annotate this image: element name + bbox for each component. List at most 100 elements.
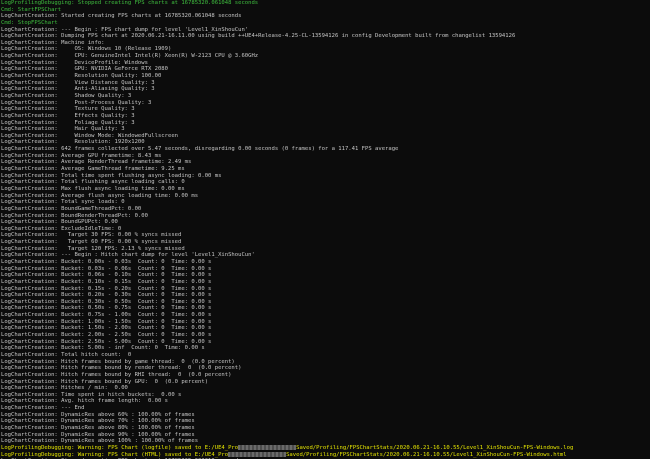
log-line: LogChartCreation: Bucket: 0.20s - 0.30s … bbox=[0, 292, 650, 299]
log-line: LogChartCreation: Hitch frames bound by … bbox=[0, 379, 650, 386]
log-line-text: LogChartCreation: DynamicRes above 60% :… bbox=[1, 411, 195, 418]
log-line: LogChartCreation: Bucket: 0.75s - 1.00s … bbox=[0, 312, 650, 319]
log-line: LogChartCreation: CPU: GenuineIntel Inte… bbox=[0, 53, 650, 60]
log-line: LogChartCreation: DynamicRes above 60% :… bbox=[0, 412, 650, 419]
log-line-text: LogChartCreation: Hitch frames bound by … bbox=[1, 371, 232, 378]
log-line-text: LogChartCreation: Hitch frames bound by … bbox=[1, 365, 242, 372]
log-line: LogChartCreation: Anti-Aliasing Quality:… bbox=[0, 86, 650, 93]
log-line-text: LogChartCreation: Bucket: 0.75s - 1.00s … bbox=[1, 312, 212, 319]
log-line-text: LogChartCreation: Texture Quality: 3 bbox=[1, 106, 135, 113]
log-line: LogChartCreation: Avg. hitch frame lengt… bbox=[0, 398, 650, 405]
log-line: LogChartCreation: Bucket: 1.00s - 1.50s … bbox=[0, 319, 650, 326]
log-line-text: LogChartCreation: DynamicRes above 100% … bbox=[1, 438, 199, 445]
log-line-text: LogChartCreation: Total hitch count: 0 bbox=[1, 351, 132, 358]
log-line-text: LogChartCreation: 642 frames collected o… bbox=[1, 146, 399, 153]
log-line: LogChartCreation: DynamicRes above 90% :… bbox=[0, 432, 650, 439]
log-line-text: LogChartCreation: Time spent in hitch bu… bbox=[1, 391, 182, 398]
log-line-text: LogChartCreation: Shadow Quality: 3 bbox=[1, 92, 132, 99]
log-line: LogChartCreation: --- Begin : Hitch char… bbox=[0, 252, 650, 259]
log-line: LogChartCreation: Average GameThread fra… bbox=[0, 166, 650, 173]
log-line-text: LogChartCreation: Post-Process Quality: … bbox=[1, 99, 152, 106]
log-line: LogChartCreation: ExcludeIdleTime: 0 bbox=[0, 226, 650, 233]
log-line-text: LogChartCreation: Total sync loads: 0 bbox=[1, 199, 125, 206]
log-line-text: LogChartCreation: Target 120 FPS: 2.13 %… bbox=[1, 245, 185, 252]
log-line-text: LogChartCreation: View Distance Quality:… bbox=[1, 79, 155, 86]
log-line-text: LogChartCreation: Hitch frames bound by … bbox=[1, 378, 209, 385]
log-line-text: LogChartCreation: Bucket: 0.20s - 0.30s … bbox=[1, 292, 212, 299]
log-line-text: LogChartCreation: Total time spent flush… bbox=[1, 172, 222, 179]
log-line-text: LogChartCreation: OS: Windows 10 (Releas… bbox=[1, 46, 172, 53]
log-line: LogChartCreation: DynamicRes above 80% :… bbox=[0, 425, 650, 432]
log-line-text: LogChartCreation: DeviceProfile: Windows bbox=[1, 59, 148, 66]
log-line: LogChartCreation: Max flush async loadin… bbox=[0, 186, 650, 193]
log-line: LogChartCreation: DeviceProfile: Windows bbox=[0, 60, 650, 67]
log-line: LogChartCreation: Resolution: 1920x1200 bbox=[0, 139, 650, 146]
log-line: LogChartCreation: Bucket: 0.06s - 0.10s … bbox=[0, 272, 650, 279]
log-line: LogChartCreation: Dumping FPS chart at 2… bbox=[0, 33, 650, 40]
log-line-text: LogChartCreation: Resolution: 1920x1200 bbox=[1, 139, 145, 146]
log-line: LogChartCreation: Average flush async lo… bbox=[0, 193, 650, 200]
log-line-text: LogChartCreation: Bucket: 0.15s - 0.20s … bbox=[1, 285, 212, 292]
log-line: LogChartCreation: Bucket: 0.15s - 0.20s … bbox=[0, 286, 650, 293]
log-line-text: LogProfilingDebugging: Stopped creating … bbox=[1, 0, 259, 6]
log-line: LogChartCreation: Machine info: bbox=[0, 40, 650, 47]
log-line: LogChartCreation: Bucket: 2.00s - 2.50s … bbox=[0, 332, 650, 339]
log-line: LogChartCreation: BoundGameThreadPct: 0.… bbox=[0, 206, 650, 213]
log-line: LogChartCreation: --- End bbox=[0, 405, 650, 412]
log-line-text: LogProfilingDebugging: Warning: FPS Char… bbox=[1, 451, 229, 458]
log-line: LogChartCreation: Effects Quality: 3 bbox=[0, 113, 650, 120]
log-line: LogChartCreation: Bucket: 5.00s - inf Co… bbox=[0, 345, 650, 352]
log-line-text: LogChartCreation: ExcludeIdleTime: 0 bbox=[1, 225, 122, 232]
log-line-text: LogChartCreation: Bucket: 5.00s - inf Co… bbox=[1, 345, 205, 352]
log-line-command: LogProfilingDebugging: Stopped creating … bbox=[0, 0, 650, 7]
log-line-text: LogChartCreation: Total flushing async l… bbox=[1, 179, 185, 186]
log-line-text: LogChartCreation: Bucket: 0.50s - 0.75s … bbox=[1, 305, 212, 312]
log-line: LogChartCreation: DynamicRes above 70% :… bbox=[0, 418, 650, 425]
log-line: LogChartCreation: Post-Process Quality: … bbox=[0, 100, 650, 107]
log-line-command: Cmd: StartFPSChart bbox=[0, 7, 650, 14]
log-line-text: LogChartCreation: Bucket: 2.00s - 2.50s … bbox=[1, 332, 212, 339]
log-line: LogChartCreation: Shadow Quality: 3 bbox=[0, 93, 650, 100]
log-line: LogChartCreation: Resolution Quality: 10… bbox=[0, 73, 650, 80]
log-line-text: LogChartCreation: Target 30 FPS: 0.00 % … bbox=[1, 232, 182, 239]
log-line: LogChartCreation: Texture Quality: 3 bbox=[0, 106, 650, 113]
log-line: LogChartCreation: Target 60 FPS: 0.00 % … bbox=[0, 239, 650, 246]
log-line: LogChartCreation: Hitch frames bound by … bbox=[0, 372, 650, 379]
redacted-path-block bbox=[228, 451, 287, 457]
log-line-text: LogChartCreation: DynamicRes above 70% :… bbox=[1, 418, 195, 425]
log-line: LogChartCreation: View Distance Quality:… bbox=[0, 80, 650, 87]
log-line-text: LogChartCreation: Average flush async lo… bbox=[1, 192, 199, 199]
log-line: LogChartCreation: Hair Quality: 3 bbox=[0, 126, 650, 133]
log-line: LogChartCreation: Total time spent flush… bbox=[0, 173, 650, 180]
log-line-text: LogChartCreation: --- Begin : FPS chart … bbox=[1, 26, 249, 33]
log-line-command: Cmd: StopFPSChart bbox=[0, 20, 650, 27]
log-line-text: LogChartCreation: Hitch frames bound by … bbox=[1, 358, 235, 365]
log-line: LogChartCreation: Total hitch count: 0 bbox=[0, 352, 650, 359]
log-line-text: LogChartCreation: Bucket: 0.10s - 0.15s … bbox=[1, 278, 212, 285]
log-line: LogChartCreation: Hitches / min: 0.00 bbox=[0, 385, 650, 392]
log-line-text: LogChartCreation: CPU: GenuineIntel Inte… bbox=[1, 53, 259, 60]
redacted-path-block bbox=[238, 444, 297, 450]
log-line-text: LogChartCreation: Bucket: 0.30s - 0.50s … bbox=[1, 298, 212, 305]
log-line: LogChartCreation: OS: Windows 10 (Releas… bbox=[0, 46, 650, 53]
log-line-text: LogChartCreation: Hitches / min: 0.00 bbox=[1, 385, 128, 392]
log-line-text: LogChartCreation: Bucket: 1.00s - 1.50s … bbox=[1, 318, 212, 325]
log-line-text: LogChartCreation: Target 60 FPS: 0.00 % … bbox=[1, 239, 182, 246]
log-line-text: LogChartCreation: Foliage Quality: 3 bbox=[1, 119, 135, 126]
log-line: LogChartCreation: Average GPU frametime:… bbox=[0, 153, 650, 160]
log-line-text: LogChartCreation: Bucket: 0.06s - 0.10s … bbox=[1, 272, 212, 279]
log-line-text: Cmd: StopFPSChart bbox=[1, 19, 58, 26]
log-line: LogChartCreation: Hitch frames bound by … bbox=[0, 365, 650, 372]
log-line: LogChartCreation: Started creating FPS c… bbox=[0, 13, 650, 20]
log-line-text: LogChartCreation: Bucket: 0.00s - 0.03s … bbox=[1, 258, 212, 265]
log-line: LogChartCreation: Total sync loads: 0 bbox=[0, 199, 650, 206]
log-line: LogChartCreation: Bucket: 2.50s - 5.00s … bbox=[0, 339, 650, 346]
log-line-text: LogChartCreation: Resolution Quality: 10… bbox=[1, 73, 162, 80]
log-line-text: LogProfilingDebugging: Warning: FPS Char… bbox=[1, 444, 239, 451]
log-line-text: LogChartCreation: Average RenderThread f… bbox=[1, 159, 192, 166]
log-line-text: LogChartCreation: --- Begin : Hitch char… bbox=[1, 252, 255, 259]
log-line: LogChartCreation: Target 120 FPS: 2.13 %… bbox=[0, 246, 650, 253]
log-line-text: LogChartCreation: Bucket: 1.50s - 2.00s … bbox=[1, 325, 212, 332]
log-line-text: LogChartCreation: Average GPU frametime:… bbox=[1, 152, 162, 159]
log-line: LogChartCreation: Total flushing async l… bbox=[0, 179, 650, 186]
